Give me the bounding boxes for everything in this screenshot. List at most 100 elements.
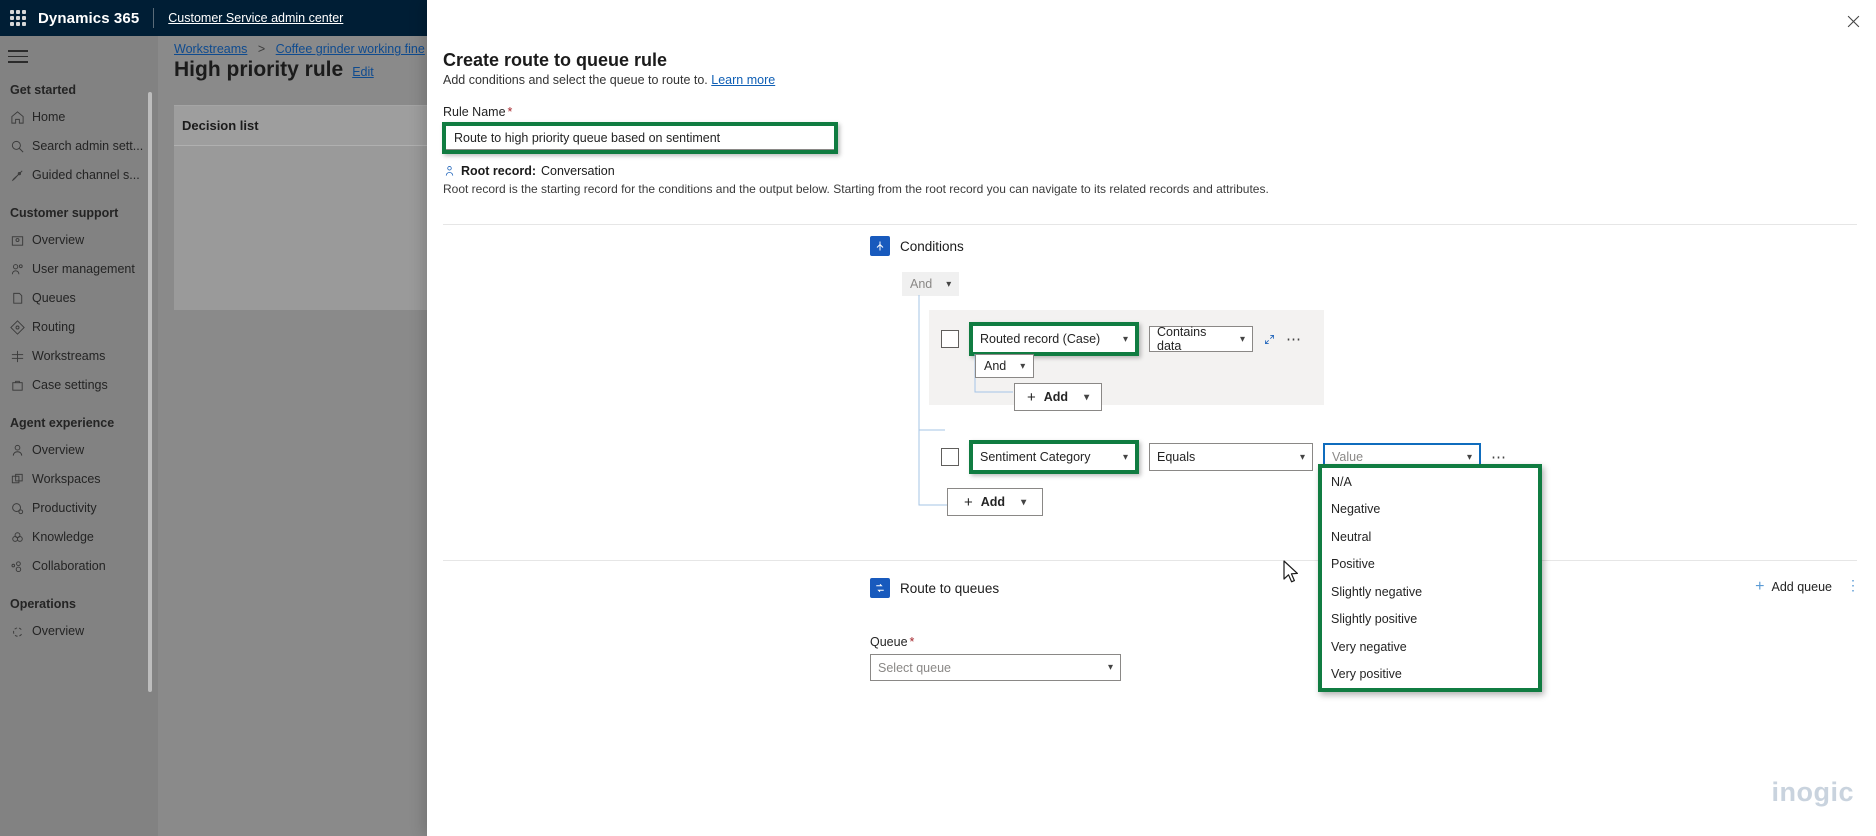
learn-more-link[interactable]: Learn more [711,73,775,87]
sidebar-item-knowledge[interactable]: Knowledge [0,523,158,552]
nav-group-title: Customer support [10,205,119,220]
brand-title: Dynamics 365 [38,9,140,27]
sidebar-item-case-settings[interactable]: Case settings [0,371,158,400]
dropdown-option[interactable]: Neutral [1322,523,1538,551]
sidebar-item-search-admin-settings[interactable]: Search admin sett... [0,132,158,161]
chevron-down-icon: ▾ [1239,333,1245,345]
group-field-dropdown[interactable]: Routed record (Case) ▾ [973,326,1135,352]
inner-add-label: Add [1043,390,1069,404]
sidebar-item-workspaces[interactable]: Workspaces [0,465,158,494]
row-operator-value: Equals [1157,450,1196,464]
chevron-down-icon: ▾ [946,278,952,290]
root-record-icon [443,165,456,178]
sidebar-item-label: Overview [32,443,85,457]
breadcrumb-separator: > [257,42,266,56]
home-icon [10,110,32,125]
sidebar-item-label: Search admin sett... [32,139,144,153]
dropdown-option[interactable]: Very negative [1322,633,1538,661]
panel-subtitle: Add conditions and select the queue to r… [443,73,775,87]
close-icon[interactable] [1840,8,1866,34]
top-operator-dropdown[interactable]: And ▾ [902,272,960,296]
watermark-text: inogic [1771,777,1854,807]
sidebar-item-productivity[interactable]: Productivity [0,494,158,523]
sidebar-item-label: Guided channel s... [32,168,140,182]
condition-checkbox[interactable] [941,448,959,466]
row-field-dropdown[interactable]: Sentiment Category ▾ [973,444,1135,470]
app-name-link[interactable]: Customer Service admin center [168,11,343,25]
plus-icon: + [964,493,973,511]
add-condition-button[interactable]: + Add ▾ [947,488,1044,516]
root-record-label: Root record: [461,164,536,178]
dropdown-option[interactable]: Very positive [1322,661,1538,689]
chevron-down-icon: ▾ [1122,333,1128,345]
more-options-icon[interactable]: ⋯ [1286,330,1303,348]
inner-operator-label: And [984,359,1007,373]
chevron-down-icon: ▾ [1466,451,1472,463]
queue-select-dropdown[interactable]: Select queue ▾ [870,654,1121,681]
dropdown-option[interactable]: Slightly positive [1322,606,1538,634]
rule-name-input[interactable] [446,126,834,150]
add-queue-label: Add queue [1771,580,1832,594]
row-field-highlight: Sentiment Category ▾ [969,440,1139,474]
row-operator-dropdown[interactable]: Equals ▾ [1149,443,1313,471]
edit-link[interactable]: Edit [352,65,374,79]
kebab-menu-icon[interactable]: ⋮ [1846,578,1860,592]
queue-placeholder: Select queue [878,660,951,675]
condition-checkbox[interactable] [941,330,959,348]
mouse-cursor [1283,560,1298,583]
sidebar-item-label: Workspaces [32,472,101,486]
sidebar-item-agent-overview[interactable]: Overview [0,436,158,465]
breadcrumb-current[interactable]: Coffee grinder working fine [276,42,425,56]
page-title: High priority rule Edit [174,58,374,82]
dropdown-option[interactable]: Positive [1322,551,1538,579]
waffle-icon[interactable] [10,10,26,26]
sidebar-item-workstreams[interactable]: Workstreams [0,342,158,371]
inner-operator-dropdown[interactable]: And ▾ [975,354,1035,378]
routing-icon [10,319,32,335]
workstream-icon [10,349,32,364]
route-to-queues-heading: Route to queues [900,580,1000,596]
chevron-down-icon: ▾ [1084,391,1090,403]
rule-name-label-text: Rule Name [443,105,506,119]
queue-label-text: Queue [870,635,908,649]
dropdown-option[interactable]: N/A [1322,468,1538,496]
sidebar-item-guided-channel-setup[interactable]: Guided channel s... [0,161,158,190]
knowledge-icon [10,530,32,545]
decision-list-card: Decision list [174,105,430,310]
dropdown-option[interactable]: Slightly negative [1322,578,1538,606]
top-navigation-bar: Dynamics 365 Customer Service admin cent… [0,0,430,36]
route-to-queues-icon [870,578,890,598]
divider-top [443,224,1857,225]
breadcrumb-parent[interactable]: Workstreams [174,42,247,56]
decision-list-header: Decision list [174,106,430,146]
sidebar-item-user-management[interactable]: User management [0,255,158,284]
collapse-icon[interactable] [1263,333,1276,346]
create-rule-panel: Create route to queue rule Add condition… [427,0,1876,836]
sidebar-item-cs-overview[interactable]: Overview [0,226,158,255]
value-options-dropdown[interactable]: N/A Negative Neutral Positive Slightly n… [1318,464,1542,692]
sidebar-item-collaboration[interactable]: Collaboration [0,552,158,581]
sidebar-scrollbar[interactable] [148,92,152,692]
add-queue-button[interactable]: + Add queue [1755,578,1832,596]
inner-add-button[interactable]: + Add ▾ [1014,383,1103,411]
group-operator-dropdown[interactable]: Contains data ▾ [1149,325,1253,353]
sidebar-item-home[interactable]: Home [0,103,158,132]
page-title-text: High priority rule [174,58,344,81]
root-record-info: Root record: Conversation [443,164,615,178]
group-operator-value: Contains data [1157,325,1207,353]
panel-title: Create route to queue rule [443,50,668,70]
rocket-icon [10,168,32,183]
nav-group-title: Get started [10,82,76,97]
sidebar-item-label: Workstreams [32,349,106,363]
sidebar-item-operations-overview[interactable]: Overview [0,617,158,646]
sidebar-item-queues[interactable]: Queues [0,284,158,313]
hamburger-icon[interactable] [8,50,28,63]
sidebar-item-routing[interactable]: Routing [0,313,158,342]
sidebar-item-label: Knowledge [32,530,94,544]
sidebar-item-label: Routing [32,320,76,334]
row-value-placeholder: Value [1332,450,1364,464]
dropdown-option[interactable]: Negative [1322,496,1538,524]
overview-icon [10,233,32,248]
rule-name-label: Rule Name * [443,105,512,119]
sidebar-item-label: Productivity [32,501,97,515]
